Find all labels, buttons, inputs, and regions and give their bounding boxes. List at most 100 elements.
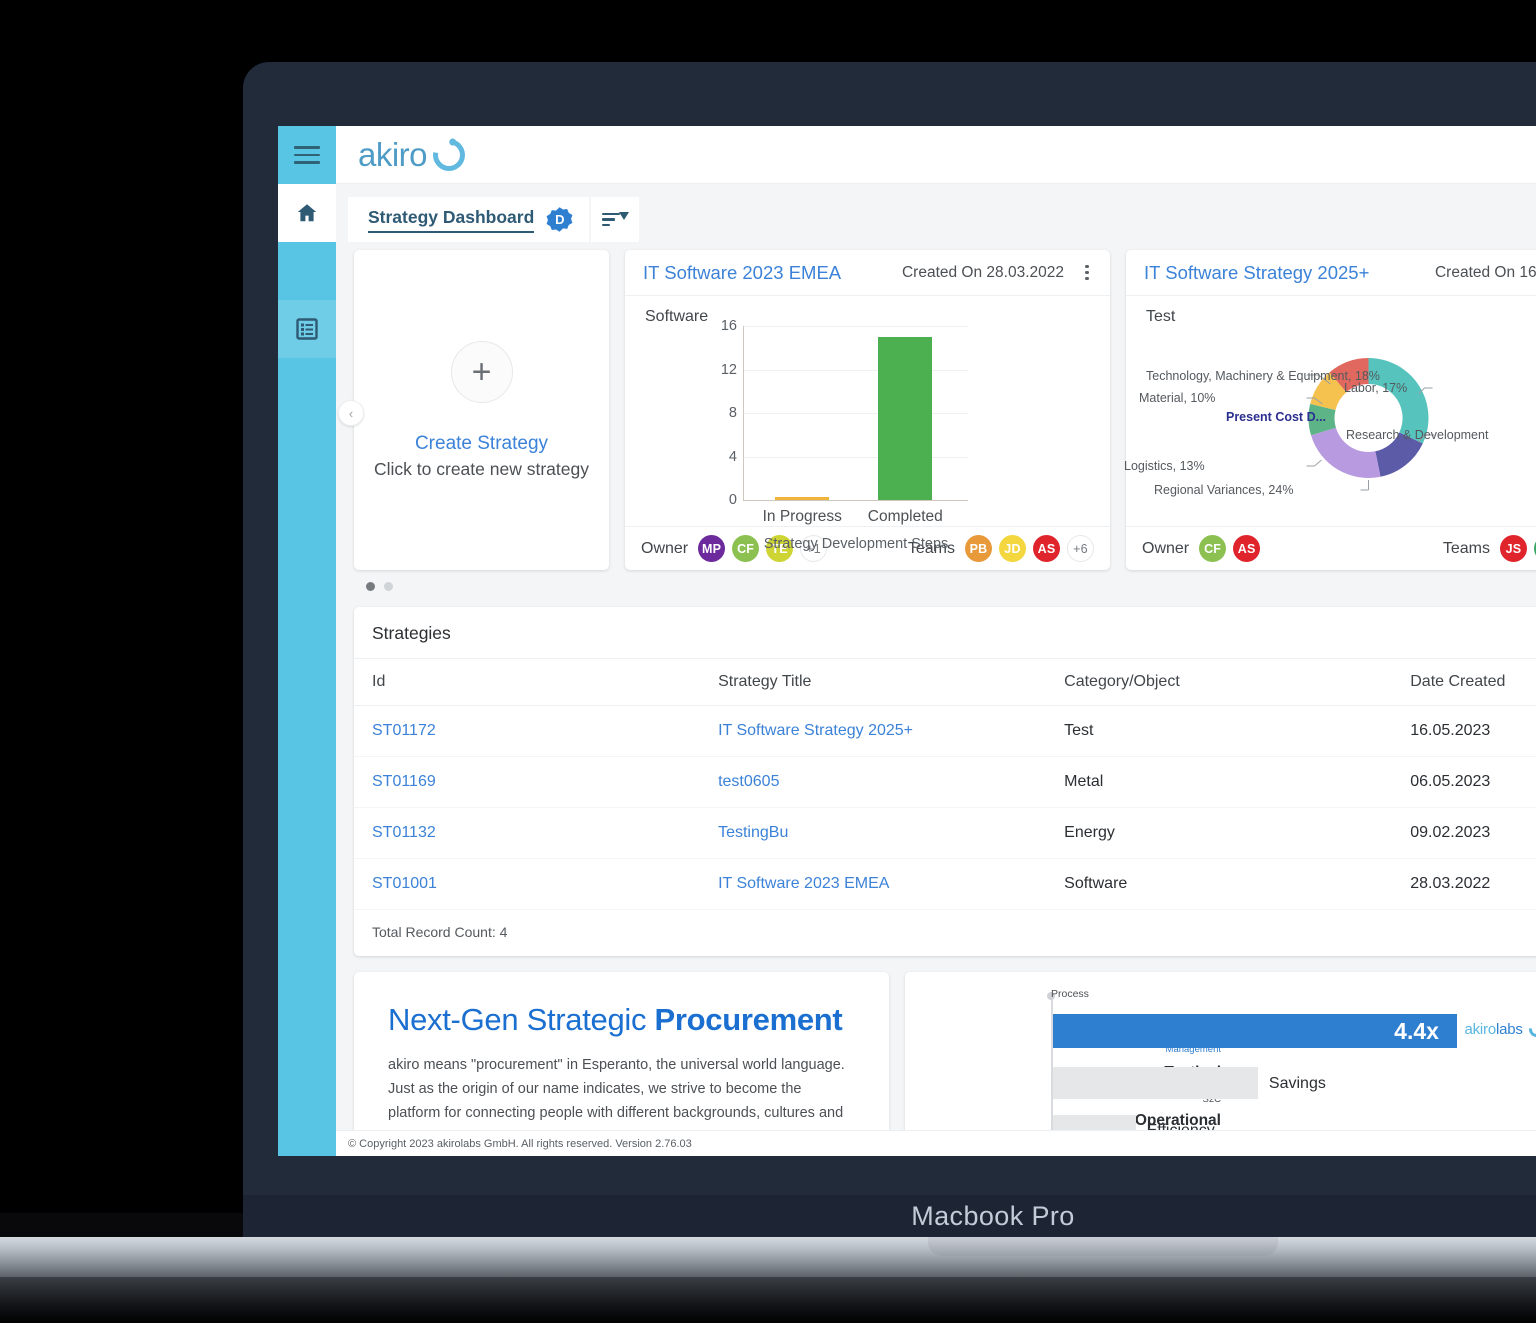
table-row[interactable]: ST01172 IT Software Strategy 2025+ Test … (354, 705, 1536, 757)
app-body: Strategy Dashboard D ‹ + Create Strategy… (278, 184, 1536, 1156)
card-created-date: Created On 16.05.2023 (1434, 263, 1536, 281)
create-strategy-card[interactable]: + Create Strategy Click to create new st… (354, 250, 609, 570)
app-topbar: akiro (278, 126, 1536, 184)
avatar[interactable]: JS (1500, 535, 1527, 562)
y-tick-4: 4 (728, 448, 737, 465)
more-vertical-icon[interactable] (1078, 264, 1096, 281)
cell-id[interactable]: ST01132 (354, 807, 701, 859)
filter-list-icon (602, 209, 630, 230)
badge-letter: D (555, 212, 565, 227)
avatar[interactable]: CF (732, 535, 760, 562)
avatar[interactable]: CF (1199, 535, 1227, 562)
cell-title[interactable]: TestingBu (700, 807, 1047, 859)
cell-id[interactable]: ST01172 (354, 705, 701, 757)
hamburger-menu-button[interactable] (278, 126, 336, 184)
strategy-cards-carousel: ‹ + Create Strategy Click to create new … (336, 250, 1536, 570)
brand-logo: akiro (336, 126, 472, 183)
dashboard-badge-icon[interactable]: D (546, 206, 573, 233)
table-row[interactable]: ST01132 TestingBu Energy 09.02.2023 (354, 807, 1536, 859)
avatar[interactable]: JD (999, 535, 1026, 562)
bar-in-progress (775, 497, 830, 500)
strategies-panel: Strategies Id Strategy Title Category/Ob… (354, 607, 1536, 956)
table-row[interactable]: ST01001 IT Software 2023 EMEA Software 2… (354, 858, 1536, 910)
strategies-table: Id Strategy Title Category/Object Date C… (354, 659, 1536, 910)
value-bar-strategic: 4.4x (1053, 1014, 1457, 1048)
tab-strip: Strategy Dashboard D (336, 184, 1536, 242)
card-header: IT Software 2023 EMEA Created On 28.03.2… (625, 250, 1110, 296)
column-header-date-created[interactable]: Date Created (1392, 659, 1536, 706)
akiro-ring-logo-icon (1525, 1019, 1536, 1040)
card-title-link[interactable]: IT Software 2023 EMEA (643, 262, 892, 284)
avatar[interactable]: AS (1233, 535, 1261, 562)
akirolabs-logo: akirolabs (1464, 1019, 1536, 1040)
laptop-screen: akiro Strategy Dashboard D ‹ + Create St… (278, 126, 1536, 1156)
column-header-id[interactable]: Id (354, 659, 701, 706)
screenshot-stage: akiro Strategy Dashboard D ‹ + Create St… (0, 0, 1536, 1323)
value-bar-label-savings: Savings (1268, 1075, 1326, 1092)
brand-name: akiro (358, 135, 428, 173)
card-body: Software 16 12 8 4 0 In Progress Complet… (625, 296, 1110, 552)
donut-label-research-development: Research & Development (1346, 428, 1489, 442)
avatar-overflow[interactable]: +6 (1067, 535, 1094, 562)
akirolabs-wordmark: akirolabs (1464, 1021, 1523, 1038)
bar-chart-plot: 16 12 8 4 0 In Progress Completed Strate… (721, 318, 968, 552)
strategies-panel-title: Strategies (354, 607, 1536, 659)
cell-category: Metal (1046, 756, 1393, 808)
teams-group: Teams JS SG MP (1443, 535, 1536, 562)
laptop-base (0, 1237, 1536, 1277)
cell-title[interactable]: test0605 (700, 756, 1047, 808)
carousel-prev-button[interactable]: ‹ (338, 400, 364, 426)
promo-panel: Next-Gen Strategic Procurement akiro mea… (354, 972, 889, 1130)
pagination-dot-2[interactable] (384, 582, 393, 591)
cell-category: Software (1046, 858, 1393, 910)
bar-completed (878, 336, 933, 500)
table-row[interactable]: ST01169 test0605 Metal 06.05.2023 (354, 756, 1536, 808)
cell-id[interactable]: ST01169 (354, 756, 701, 808)
cell-id[interactable]: ST01001 (354, 858, 701, 910)
avatar[interactable]: PB (965, 535, 992, 562)
column-header-category-object[interactable]: Category/Object (1046, 659, 1393, 706)
tab-label: Strategy Dashboard (368, 207, 535, 233)
y-tick-0: 0 (728, 492, 737, 508)
bar-chart: 16 12 8 4 0 In Progress Completed Strate… (721, 318, 968, 552)
rail-spacer (278, 242, 336, 300)
x-tick-in-progress: In Progress (762, 508, 842, 525)
card-header: IT Software Strategy 2025+ Created On 16… (1126, 250, 1536, 296)
pagination-dot-1[interactable] (366, 582, 375, 591)
list-view-icon (296, 318, 318, 340)
card-category-label: Software (645, 308, 709, 325)
column-header-strategy-title[interactable]: Strategy Title (700, 659, 1047, 706)
strategy-card-it-software-2023-emea[interactable]: IT Software 2023 EMEA Created On 28.03.2… (625, 250, 1110, 570)
owner-label: Owner (1142, 539, 1190, 557)
device-label: Macbook Pro (911, 1200, 1075, 1231)
owner-label: Owner (641, 539, 689, 557)
avatar[interactable]: AS (1033, 535, 1060, 562)
card-title-link[interactable]: IT Software Strategy 2025+ (1144, 262, 1425, 284)
card-body: Test Present Cost D... Technology, Machi… (1124, 296, 1536, 526)
promo-body: akiro means "procurement" in Esperanto, … (388, 1057, 845, 1130)
teams-label: Teams (1442, 539, 1490, 557)
akiro-ring-logo-icon (426, 132, 472, 177)
home-icon (297, 204, 317, 222)
cell-title[interactable]: IT Software 2023 EMEA (700, 858, 1047, 910)
promo-title: Next-Gen Strategic Procurement (388, 1002, 855, 1038)
app-window: akiro Strategy Dashboard D ‹ + Create St… (278, 126, 1536, 1156)
caret-down-icon (619, 212, 630, 221)
value-bar-label-strategic: 4.4x (1394, 1017, 1439, 1044)
cell-title[interactable]: IT Software Strategy 2025+ (700, 705, 1047, 757)
cell-category: Test (1046, 705, 1393, 757)
rail-item-home[interactable] (278, 184, 336, 242)
strategy-card-it-software-strategy-2025[interactable]: IT Software Strategy 2025+ Created On 16… (1124, 250, 1536, 570)
tab-filter-button[interactable] (591, 197, 640, 242)
table-header-row: Id Strategy Title Category/Object Date C… (354, 659, 1536, 706)
y-tick-16: 16 (720, 318, 737, 334)
rail-item-strategy-list[interactable] (278, 300, 336, 358)
tab-strategy-dashboard[interactable]: Strategy Dashboard D (348, 197, 590, 242)
owner-group: Owner CF AS (1142, 535, 1261, 562)
total-record-count: Total Record Count: 4 (372, 924, 508, 940)
value-chart: Process Strategic BEYOND Category Manage… (905, 972, 1536, 1130)
avatar[interactable]: MP (698, 535, 726, 562)
app-footer: © Copyright 2023 akirolabs GmbH. All rig… (336, 1130, 1536, 1156)
x-axis-title: Strategy Development Steps (763, 536, 949, 552)
laptop-base-shadow (0, 1213, 250, 1237)
